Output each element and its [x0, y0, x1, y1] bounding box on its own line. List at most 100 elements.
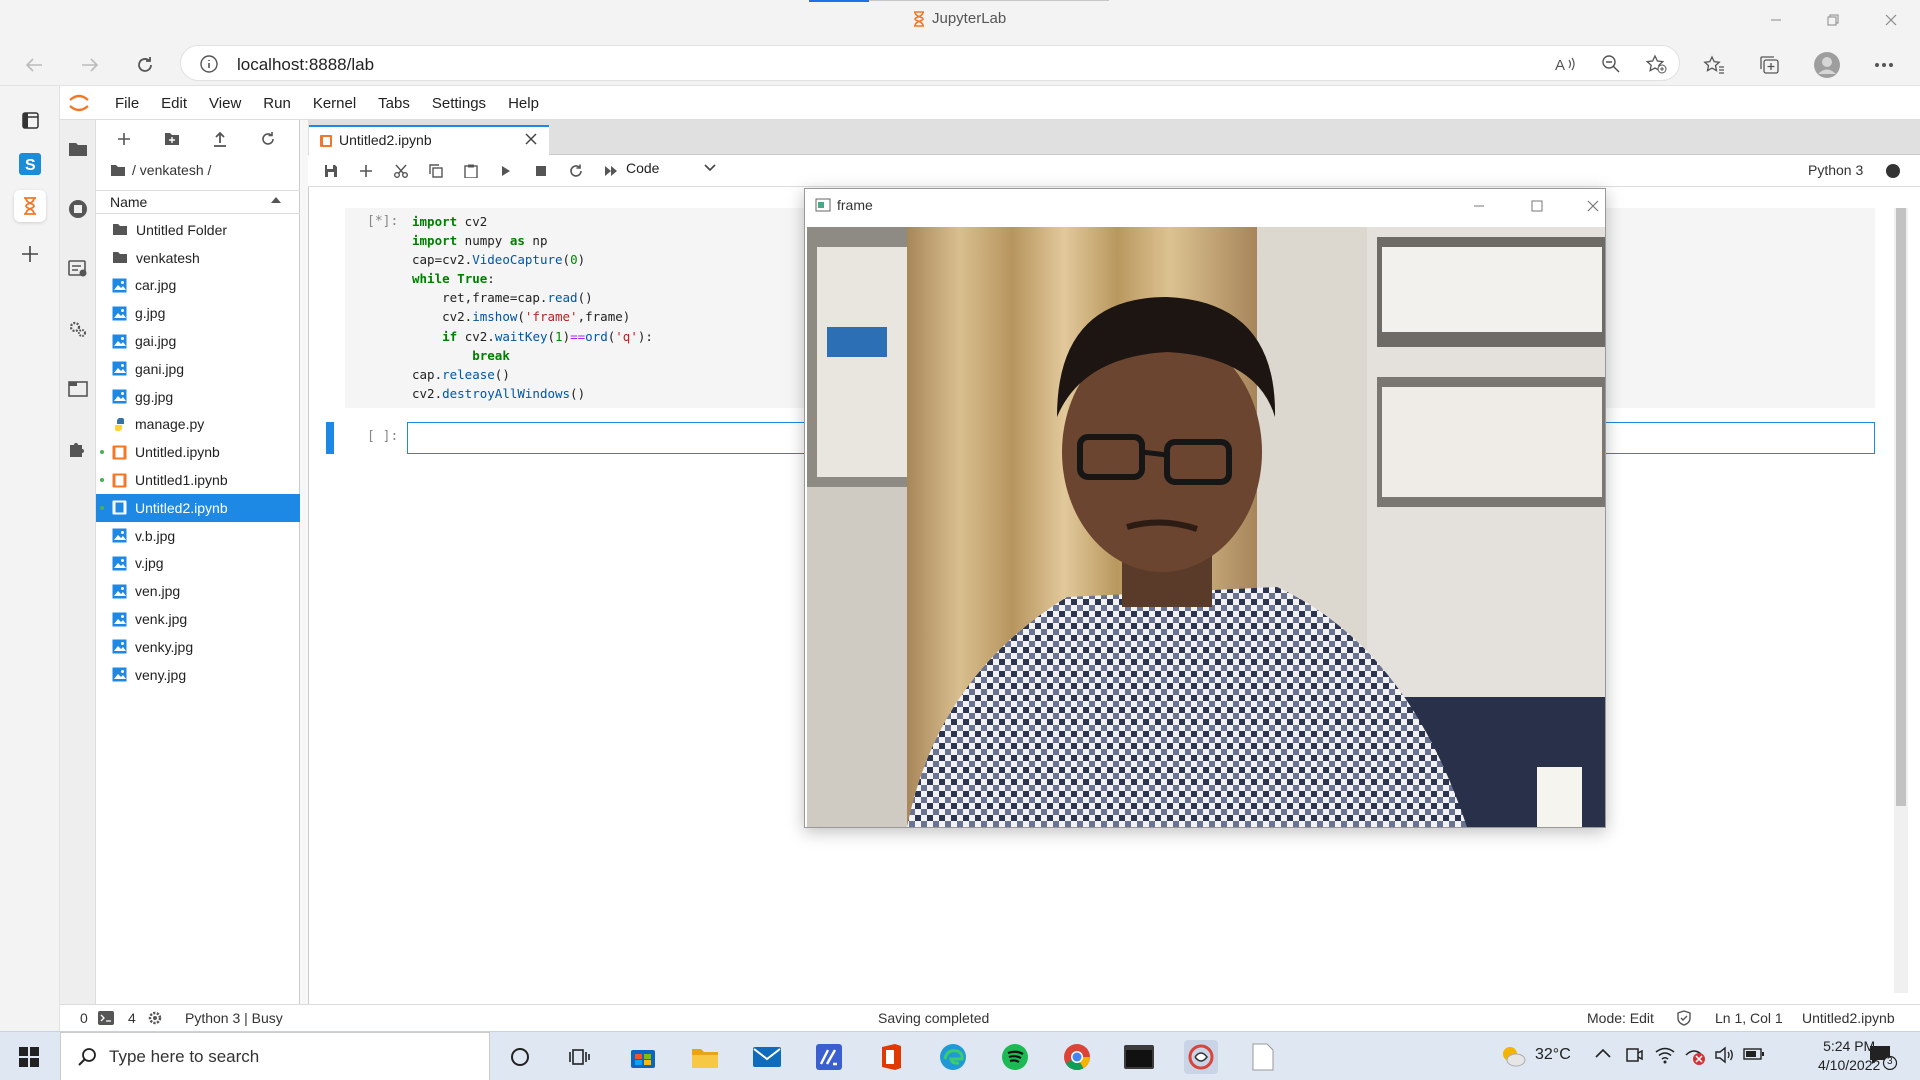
file-list-item[interactable]: v.b.jpg: [96, 522, 300, 550]
file-list-item[interactable]: Untitled1.ipynb: [96, 466, 300, 494]
insert-cell-button[interactable]: [353, 160, 379, 182]
weather-temperature[interactable]: 32°C: [1535, 1046, 1571, 1064]
tab-actions-button[interactable]: [14, 104, 46, 136]
menu-file[interactable]: File: [104, 95, 150, 112]
taskbar-chrome[interactable]: [1060, 1040, 1094, 1074]
taskbar-store[interactable]: [626, 1040, 660, 1074]
file-list-item[interactable]: gani.jpg: [96, 355, 300, 383]
frame-close-button[interactable]: [1573, 193, 1613, 219]
back-button[interactable]: [16, 47, 52, 83]
extension-manager-tab[interactable]: [65, 436, 91, 462]
add-sidebar-button[interactable]: [14, 238, 46, 270]
paste-button[interactable]: [458, 160, 484, 182]
add-favorite-button[interactable]: [1644, 53, 1668, 75]
refresh-button[interactable]: [127, 47, 163, 83]
forward-button[interactable]: [72, 47, 108, 83]
menu-tabs[interactable]: Tabs: [367, 95, 421, 112]
file-list-item[interactable]: veny.jpg: [96, 661, 300, 689]
file-browser-tab[interactable]: [65, 136, 91, 162]
property-inspector-tab[interactable]: [65, 316, 91, 342]
taskbar-office[interactable]: [874, 1040, 908, 1074]
file-list-item[interactable]: car.jpg: [96, 272, 300, 300]
file-list-item[interactable]: Untitled.ipynb: [96, 438, 300, 466]
interrupt-button[interactable]: [528, 160, 554, 182]
restart-run-all-button[interactable]: [598, 160, 624, 182]
terminal-count[interactable]: 0: [80, 1010, 88, 1026]
taskbar-vscode-like-app[interactable]: [812, 1040, 846, 1074]
frame-minimize-button[interactable]: [1459, 193, 1499, 219]
new-folder-button[interactable]: [158, 128, 186, 150]
file-list-item[interactable]: Untitled2.ipynb: [96, 493, 300, 522]
kernel-count[interactable]: 4: [128, 1010, 136, 1026]
zoom-button[interactable]: [1599, 53, 1623, 75]
notebook-scrollbar[interactable]: [1894, 208, 1908, 993]
opencv-frame-window[interactable]: frame: [804, 188, 1606, 828]
open-tabs-tab[interactable]: [65, 376, 91, 402]
taskbar-edge[interactable]: [936, 1040, 970, 1074]
wifi-icon[interactable]: [1655, 1046, 1675, 1064]
restore-button[interactable]: [1813, 6, 1853, 34]
menu-help[interactable]: Help: [497, 95, 550, 112]
weather-icon[interactable]: [1500, 1044, 1526, 1068]
taskbar-mail[interactable]: [750, 1040, 784, 1074]
cursor-position[interactable]: Ln 1, Col 1: [1715, 1010, 1783, 1026]
menu-edit[interactable]: Edit: [150, 95, 198, 112]
settings-more-button[interactable]: [1866, 47, 1902, 83]
frame-maximize-button[interactable]: [1517, 193, 1557, 219]
file-list-item[interactable]: manage.py: [96, 411, 300, 439]
copy-button[interactable]: [423, 160, 449, 182]
file-list-header[interactable]: Name: [96, 190, 300, 214]
notification-center-button[interactable]: 3: [1868, 1044, 1898, 1070]
file-list-item[interactable]: v.jpg: [96, 550, 300, 578]
file-list-item[interactable]: g.jpg: [96, 299, 300, 327]
cell-type-select[interactable]: Code: [626, 160, 716, 176]
battery-icon[interactable]: [1743, 1047, 1765, 1061]
file-list-item[interactable]: gg.jpg: [96, 383, 300, 411]
network-alert-icon[interactable]: [1684, 1045, 1706, 1065]
taskbar-anaconda-active[interactable]: [1184, 1040, 1218, 1074]
commands-tab[interactable]: [65, 256, 91, 282]
cut-button[interactable]: [388, 160, 414, 182]
kernel-name[interactable]: Python 3: [1808, 162, 1863, 178]
name-column-header[interactable]: Name: [110, 194, 147, 210]
taskbar-spotify[interactable]: [998, 1040, 1032, 1074]
breadcrumb[interactable]: / venkatesh /: [110, 162, 211, 178]
favorites-button[interactable]: [1696, 47, 1732, 83]
cell-code[interactable]: import cv2 import numpy as np cap=cv2.Vi…: [412, 212, 653, 403]
volume-icon[interactable]: [1714, 1046, 1734, 1064]
taskbar-file-explorer[interactable]: [688, 1040, 722, 1074]
running-tab[interactable]: [65, 196, 91, 222]
file-list-item[interactable]: Untitled Folder: [96, 216, 300, 244]
menu-run[interactable]: Run: [252, 95, 302, 112]
menu-kernel[interactable]: Kernel: [302, 95, 367, 112]
kernel-status[interactable]: Python 3 | Busy: [185, 1010, 283, 1026]
menu-view[interactable]: View: [198, 95, 252, 112]
meet-now-icon[interactable]: [1625, 1046, 1643, 1064]
file-list-item[interactable]: venk.jpg: [96, 605, 300, 633]
menu-settings[interactable]: Settings: [421, 95, 497, 112]
collections-button[interactable]: [1752, 47, 1788, 83]
cortana-button[interactable]: [503, 1040, 537, 1074]
close-tab-button[interactable]: [525, 133, 537, 145]
refresh-file-list-button[interactable]: [254, 128, 282, 150]
taskbar-search-box[interactable]: Type here to search: [60, 1032, 490, 1080]
file-list-item[interactable]: ven.jpg: [96, 577, 300, 605]
run-button[interactable]: [493, 160, 519, 182]
task-view-button[interactable]: [563, 1040, 597, 1074]
taskbar-notepad[interactable]: [1246, 1040, 1280, 1074]
read-aloud-button[interactable]: A: [1553, 53, 1577, 75]
taskbar-terminal[interactable]: [1122, 1040, 1156, 1074]
upload-button[interactable]: [206, 128, 234, 150]
save-button[interactable]: [318, 160, 344, 182]
new-launcher-button[interactable]: [110, 128, 138, 150]
tab-untitled2[interactable]: Untitled2.ipynb: [309, 125, 549, 155]
address-bar[interactable]: localhost:8888/lab A: [180, 45, 1680, 81]
minimize-button[interactable]: [1756, 6, 1796, 34]
start-button[interactable]: [12, 1040, 46, 1074]
file-list-item[interactable]: gai.jpg: [96, 327, 300, 355]
profile-button[interactable]: [1809, 47, 1845, 83]
show-hidden-icons-button[interactable]: [1595, 1048, 1611, 1058]
close-window-button[interactable]: [1871, 6, 1911, 34]
sidebar-app-s[interactable]: S: [14, 148, 46, 180]
sidebar-tab-jupyter[interactable]: [14, 190, 46, 222]
